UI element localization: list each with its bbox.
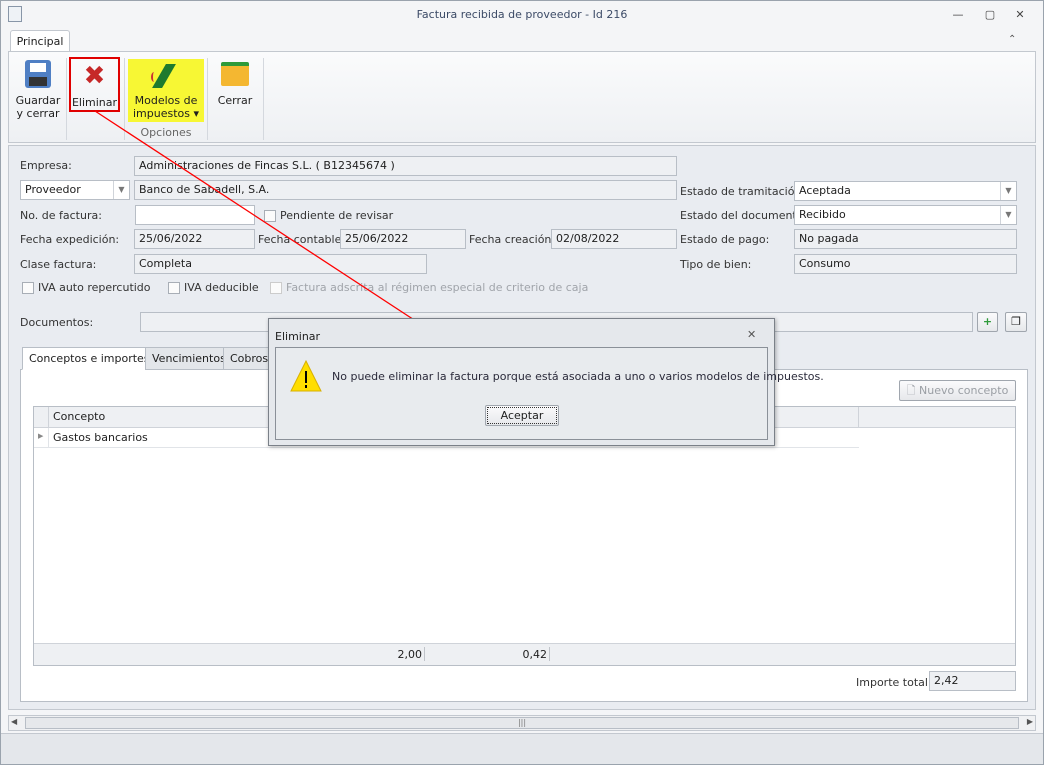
dialog-body: No puede eliminar la factura porque está…: [275, 347, 824, 440]
dialog-message: No puede eliminar la factura porque está…: [332, 370, 824, 383]
dialog-title: Eliminar: [275, 330, 321, 343]
accept-button[interactable]: Aceptar: [485, 405, 559, 426]
dialog-close-button[interactable]: ✕: [747, 328, 756, 341]
warning-icon: [290, 360, 322, 392]
delete-dialog: Eliminar ✕ No puede eliminar la factura …: [268, 318, 824, 446]
